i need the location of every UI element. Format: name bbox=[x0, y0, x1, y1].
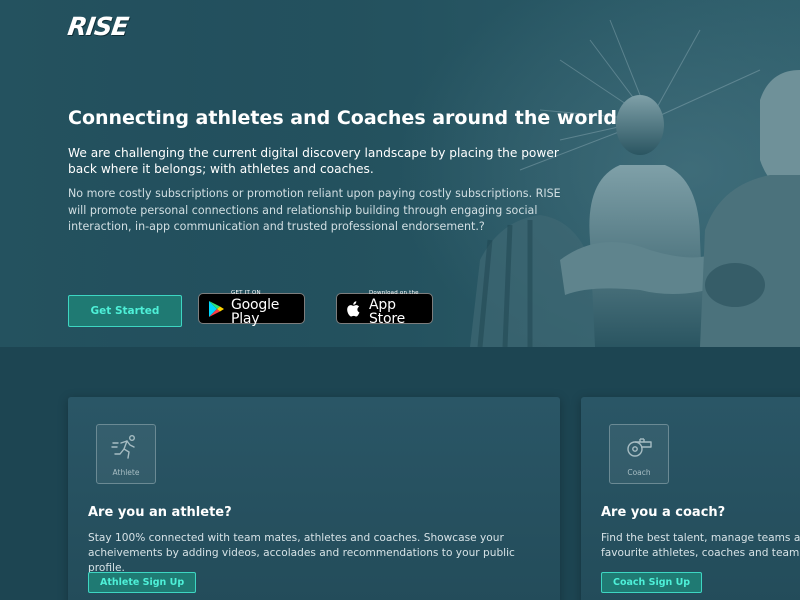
coach-sign-up-button[interactable]: Coach Sign Up bbox=[601, 572, 703, 593]
hero-body-text: No more costly subscriptions or promotio… bbox=[68, 187, 561, 233]
apple-icon bbox=[347, 300, 360, 316]
app-store-badge[interactable]: Download on the App Store bbox=[336, 290, 433, 327]
running-athlete-icon bbox=[111, 435, 136, 459]
get-started-button[interactable]: Get Started bbox=[68, 295, 182, 327]
rise-logo[interactable]: RISE bbox=[66, 12, 130, 41]
whistle-icon bbox=[627, 438, 652, 457]
athlete-card: Athlete Are you an athlete? Stay 100% co… bbox=[68, 397, 560, 600]
hero-title: Connecting athletes and Coaches around t… bbox=[68, 107, 617, 129]
hero-lead-text: We are challenging the current digital d… bbox=[68, 146, 559, 176]
athlete-card-description: Stay 100% connected with team mates, ath… bbox=[88, 532, 515, 574]
app-store-big-text: App Store bbox=[369, 296, 406, 327]
coach-description-line-1: Find the best talent, manage teams and bbox=[601, 532, 800, 544]
coach-tile-label: Coach bbox=[627, 468, 651, 477]
athlete-sign-up-button[interactable]: Athlete Sign Up bbox=[88, 572, 197, 593]
google-play-badge[interactable]: GET IT ON Google Play bbox=[198, 290, 305, 327]
coach-card-title: Are you a coach? bbox=[601, 505, 726, 520]
coach-card: Coach Are you a coach? Find the best tal… bbox=[581, 397, 800, 600]
athlete-card-title: Are you an athlete? bbox=[88, 505, 232, 520]
coach-description-line-2: favourite athletes, coaches and team ma bbox=[601, 547, 800, 559]
athlete-role-tile[interactable]: Athlete bbox=[96, 424, 156, 484]
athlete-tile-label: Athlete bbox=[112, 468, 140, 477]
hero-section: RISE Connecting athletes and Coaches aro… bbox=[0, 0, 800, 347]
google-play-icon bbox=[209, 300, 224, 317]
app-store-small-text: Download on the bbox=[369, 290, 419, 297]
google-play-big-text: Google Play bbox=[231, 296, 280, 327]
coach-card-description: Find the best talent, manage teams and f… bbox=[601, 531, 800, 561]
google-play-small-text: GET IT ON bbox=[231, 290, 261, 297]
coach-role-tile[interactable]: Coach bbox=[609, 424, 669, 484]
